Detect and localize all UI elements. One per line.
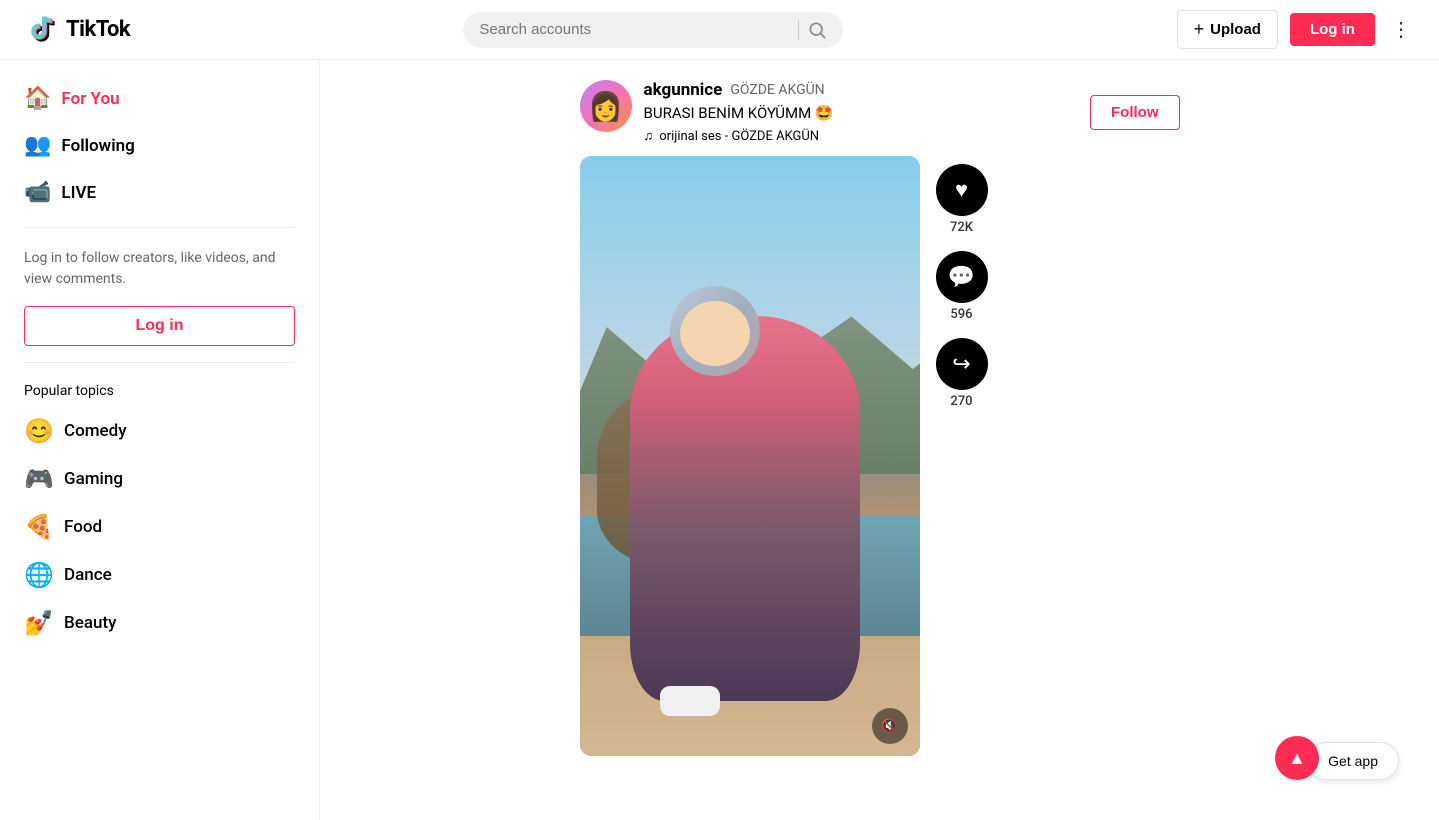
mute-icon: 🔇 [881, 718, 897, 734]
comedy-icon: 😊 [24, 417, 52, 445]
logo[interactable]: TikTok [24, 12, 130, 48]
comment-group: 💬 596 [936, 251, 988, 322]
search-bar[interactable] [463, 12, 843, 48]
tiktok-logo-icon [24, 12, 60, 48]
sidebar-divider [24, 227, 295, 228]
home-icon: 🏠 [24, 86, 51, 111]
sidebar-login-button[interactable]: Log in [24, 306, 295, 346]
main-feed: 👩 akgunnice GÖZDE AKGÜN BURASI BENİM KÖY… [320, 60, 1439, 820]
gaming-icon: 🎮 [24, 465, 52, 493]
live-icon: 📹 [24, 180, 51, 205]
sidebar-item-label: For You [61, 89, 119, 109]
upload-button[interactable]: + Upload [1177, 10, 1278, 49]
beauty-icon: 💅 [24, 609, 52, 637]
comment-button[interactable]: 💬 [936, 251, 988, 303]
follow-button[interactable]: Follow [1090, 95, 1180, 130]
header: TikTok + Upload Log in ⋮ [0, 0, 1439, 60]
login-prompt-text: Log in to follow creators, like videos, … [8, 240, 311, 306]
get-app-button[interactable]: Get app [1307, 742, 1399, 780]
post-music: ♫ orijinal ses - GÖZDE AKGÜN [644, 128, 1079, 144]
post-info: akgunnice GÖZDE AKGÜN BURASI BENİM KÖYÜM… [644, 80, 1079, 144]
logo-text: TikTok [66, 17, 130, 42]
search-input[interactable] [479, 21, 790, 38]
layout: 🏠 For You 👥 Following 📹 LIVE Log in to f… [0, 0, 1439, 820]
food-icon: 🍕 [24, 513, 52, 541]
post-caption: BURASI BENİM KÖYÜMM 🤩 [644, 104, 1079, 122]
scroll-to-top-button[interactable]: ▲ [1275, 736, 1319, 780]
heart-icon: ♥ [955, 177, 968, 203]
like-button[interactable]: ♥ [936, 164, 988, 216]
video-wrapper: 🔇 ♥ 72K 💬 596 [580, 156, 1180, 756]
topic-label: Comedy [64, 421, 127, 441]
music-icon: ♫ [644, 128, 654, 144]
search-button[interactable] [807, 20, 827, 40]
post-user-row: akgunnice GÖZDE AKGÜN [644, 80, 1079, 100]
share-icon: ↪ [952, 352, 970, 377]
comment-count: 596 [950, 307, 972, 322]
share-count: 270 [950, 394, 972, 409]
more-options-button[interactable]: ⋮ [1387, 13, 1415, 46]
mute-button[interactable]: 🔇 [872, 708, 908, 744]
topic-label: Food [64, 517, 102, 537]
scroll-top-icon: ▲ [1288, 748, 1306, 769]
share-button[interactable]: ↪ [936, 338, 988, 390]
action-sidebar: ♥ 72K 💬 596 ↪ 270 [936, 156, 988, 756]
like-count: 72K [950, 220, 973, 235]
post-displayname: GÖZDE AKGÜN [730, 82, 824, 98]
topic-label: Dance [64, 565, 112, 585]
upload-plus-icon: + [1194, 19, 1205, 40]
feed-container: 👩 akgunnice GÖZDE AKGÜN BURASI BENİM KÖY… [580, 80, 1180, 800]
upload-label: Upload [1210, 21, 1261, 38]
video-background [580, 156, 920, 756]
sidebar-item-label: Following [61, 136, 134, 156]
get-app-area: Get app [1307, 742, 1399, 780]
topic-gaming[interactable]: 🎮 Gaming [8, 455, 311, 503]
search-icon [807, 20, 827, 40]
sidebar-item-following[interactable]: 👥 Following [8, 123, 311, 168]
more-icon: ⋮ [1391, 19, 1411, 41]
sidebar-item-for-you[interactable]: 🏠 For You [8, 76, 311, 121]
video-container[interactable]: 🔇 [580, 156, 920, 756]
sidebar: 🏠 For You 👥 Following 📹 LIVE Log in to f… [0, 60, 320, 820]
share-group: ↪ 270 [936, 338, 988, 409]
topic-comedy[interactable]: 😊 Comedy [8, 407, 311, 455]
header-right: + Upload Log in ⋮ [1177, 10, 1415, 49]
like-group: ♥ 72K [936, 164, 988, 235]
topic-dance[interactable]: 🌐 Dance [8, 551, 311, 599]
sidebar-item-label: LIVE [61, 183, 96, 203]
header-login-button[interactable]: Log in [1290, 13, 1375, 46]
topic-label: Beauty [64, 613, 116, 633]
popular-topics-label: Popular topics [8, 375, 311, 407]
post-header: 👩 akgunnice GÖZDE AKGÜN BURASI BENİM KÖY… [580, 80, 1180, 144]
post-username[interactable]: akgunnice [644, 80, 723, 100]
topics-divider [24, 362, 295, 363]
avatar: 👩 [580, 80, 632, 132]
topic-beauty[interactable]: 💅 Beauty [8, 599, 311, 647]
topic-food[interactable]: 🍕 Food [8, 503, 311, 551]
sidebar-item-live[interactable]: 📹 LIVE [8, 170, 311, 215]
following-icon: 👥 [24, 133, 51, 158]
dance-icon: 🌐 [24, 561, 52, 589]
topic-label: Gaming [64, 469, 123, 489]
search-divider [798, 20, 799, 40]
comment-icon: 💬 [948, 265, 975, 290]
